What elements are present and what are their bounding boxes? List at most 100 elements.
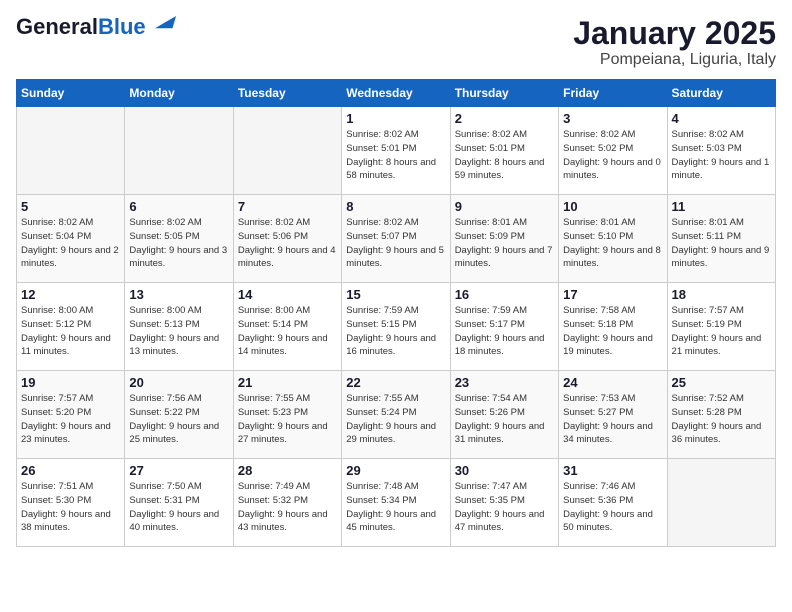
calendar-cell: 10 Sunrise: 8:01 AM Sunset: 5:10 PM Dayli…: [559, 195, 667, 283]
day-info: Sunrise: 7:59 AM Sunset: 5:15 PM Dayligh…: [346, 304, 445, 359]
month-title: January 2025: [573, 16, 776, 51]
calendar-cell: 14 Sunrise: 8:00 AM Sunset: 5:14 PM Dayli…: [233, 283, 341, 371]
weekday-header: Friday: [559, 80, 667, 107]
day-info: Sunrise: 8:01 AM Sunset: 5:10 PM Dayligh…: [563, 216, 662, 271]
day-number: 18: [672, 287, 771, 302]
day-info: Sunrise: 7:57 AM Sunset: 5:20 PM Dayligh…: [21, 392, 120, 447]
calendar-cell: 11 Sunrise: 8:01 AM Sunset: 5:11 PM Dayli…: [667, 195, 775, 283]
day-number: 23: [455, 375, 554, 390]
calendar-cell: 16 Sunrise: 7:59 AM Sunset: 5:17 PM Dayli…: [450, 283, 558, 371]
calendar-cell: 31 Sunrise: 7:46 AM Sunset: 5:36 PM Dayli…: [559, 459, 667, 547]
day-number: 10: [563, 199, 662, 214]
calendar-cell: 21 Sunrise: 7:55 AM Sunset: 5:23 PM Dayli…: [233, 371, 341, 459]
day-info: Sunrise: 7:47 AM Sunset: 5:35 PM Dayligh…: [455, 480, 554, 535]
calendar-cell: 1 Sunrise: 8:02 AM Sunset: 5:01 PM Daylig…: [342, 107, 450, 195]
day-number: 5: [21, 199, 120, 214]
calendar-week-row: 1 Sunrise: 8:02 AM Sunset: 5:01 PM Daylig…: [17, 107, 776, 195]
calendar-cell: 17 Sunrise: 7:58 AM Sunset: 5:18 PM Dayli…: [559, 283, 667, 371]
day-info: Sunrise: 7:57 AM Sunset: 5:19 PM Dayligh…: [672, 304, 771, 359]
day-info: Sunrise: 7:55 AM Sunset: 5:24 PM Dayligh…: [346, 392, 445, 447]
day-info: Sunrise: 8:00 AM Sunset: 5:14 PM Dayligh…: [238, 304, 337, 359]
day-info: Sunrise: 8:02 AM Sunset: 5:05 PM Dayligh…: [129, 216, 228, 271]
day-info: Sunrise: 7:49 AM Sunset: 5:32 PM Dayligh…: [238, 480, 337, 535]
day-info: Sunrise: 8:02 AM Sunset: 5:01 PM Dayligh…: [346, 128, 445, 183]
day-info: Sunrise: 7:55 AM Sunset: 5:23 PM Dayligh…: [238, 392, 337, 447]
calendar-cell: [17, 107, 125, 195]
calendar-cell: 29 Sunrise: 7:48 AM Sunset: 5:34 PM Dayli…: [342, 459, 450, 547]
calendar-week-row: 5 Sunrise: 8:02 AM Sunset: 5:04 PM Daylig…: [17, 195, 776, 283]
day-info: Sunrise: 7:58 AM Sunset: 5:18 PM Dayligh…: [563, 304, 662, 359]
calendar-cell: 9 Sunrise: 8:01 AM Sunset: 5:09 PM Daylig…: [450, 195, 558, 283]
day-number: 26: [21, 463, 120, 478]
day-number: 25: [672, 375, 771, 390]
weekday-header: Saturday: [667, 80, 775, 107]
day-number: 21: [238, 375, 337, 390]
day-number: 16: [455, 287, 554, 302]
day-info: Sunrise: 8:01 AM Sunset: 5:09 PM Dayligh…: [455, 216, 554, 271]
calendar-table: SundayMondayTuesdayWednesdayThursdayFrid…: [16, 79, 776, 547]
day-number: 30: [455, 463, 554, 478]
day-number: 29: [346, 463, 445, 478]
weekday-header-row: SundayMondayTuesdayWednesdayThursdayFrid…: [17, 80, 776, 107]
day-number: 1: [346, 111, 445, 126]
calendar-cell: 2 Sunrise: 8:02 AM Sunset: 5:01 PM Daylig…: [450, 107, 558, 195]
day-info: Sunrise: 7:51 AM Sunset: 5:30 PM Dayligh…: [21, 480, 120, 535]
day-number: 27: [129, 463, 228, 478]
day-info: Sunrise: 7:56 AM Sunset: 5:22 PM Dayligh…: [129, 392, 228, 447]
day-number: 7: [238, 199, 337, 214]
title-block: January 2025 Pompeiana, Liguria, Italy: [573, 16, 776, 69]
calendar-cell: 18 Sunrise: 7:57 AM Sunset: 5:19 PM Dayli…: [667, 283, 775, 371]
day-number: 3: [563, 111, 662, 126]
location: Pompeiana, Liguria, Italy: [573, 51, 776, 69]
day-number: 9: [455, 199, 554, 214]
calendar-week-row: 12Sunrise: 8:00 AM Sunset: 5:12 PM Dayli…: [17, 283, 776, 371]
day-info: Sunrise: 7:48 AM Sunset: 5:34 PM Dayligh…: [346, 480, 445, 535]
day-number: 6: [129, 199, 228, 214]
calendar-cell: 19Sunrise: 7:57 AM Sunset: 5:20 PM Dayli…: [17, 371, 125, 459]
calendar-cell: 5 Sunrise: 8:02 AM Sunset: 5:04 PM Daylig…: [17, 195, 125, 283]
calendar-cell: 27Sunrise: 7:50 AM Sunset: 5:31 PM Dayli…: [125, 459, 233, 547]
calendar-cell: [125, 107, 233, 195]
day-number: 8: [346, 199, 445, 214]
calendar-cell: 26 Sunrise: 7:51 AM Sunset: 5:30 PM Dayli…: [17, 459, 125, 547]
weekday-header: Wednesday: [342, 80, 450, 107]
weekday-header: Tuesday: [233, 80, 341, 107]
calendar-week-row: 26 Sunrise: 7:51 AM Sunset: 5:30 PM Dayli…: [17, 459, 776, 547]
day-info: Sunrise: 8:02 AM Sunset: 5:01 PM Dayligh…: [455, 128, 554, 183]
day-number: 15: [346, 287, 445, 302]
day-info: Sunrise: 8:00 AM Sunset: 5:13 PM Dayligh…: [129, 304, 228, 359]
logo-icon: [148, 16, 176, 30]
day-info: Sunrise: 8:01 AM Sunset: 5:11 PM Dayligh…: [672, 216, 771, 271]
calendar-cell: [233, 107, 341, 195]
calendar-cell: 24Sunrise: 7:53 AM Sunset: 5:27 PM Dayli…: [559, 371, 667, 459]
day-number: 24: [563, 375, 662, 390]
day-info: Sunrise: 8:02 AM Sunset: 5:03 PM Dayligh…: [672, 128, 771, 183]
logo-text: GeneralBlue: [16, 16, 146, 38]
day-number: 31: [563, 463, 662, 478]
day-number: 14: [238, 287, 337, 302]
page-header: GeneralBlue January 2025 Pompeiana, Ligu…: [16, 16, 776, 69]
calendar-cell: 22 Sunrise: 7:55 AM Sunset: 5:24 PM Dayli…: [342, 371, 450, 459]
calendar-cell: [667, 459, 775, 547]
calendar-cell: 6 Sunrise: 8:02 AM Sunset: 5:05 PM Daylig…: [125, 195, 233, 283]
day-info: Sunrise: 8:02 AM Sunset: 5:02 PM Dayligh…: [563, 128, 662, 183]
day-number: 20: [129, 375, 228, 390]
logo: GeneralBlue: [16, 16, 176, 38]
day-number: 11: [672, 199, 771, 214]
day-number: 22: [346, 375, 445, 390]
calendar-cell: 3 Sunrise: 8:02 AM Sunset: 5:02 PM Daylig…: [559, 107, 667, 195]
day-number: 17: [563, 287, 662, 302]
calendar-cell: 7 Sunrise: 8:02 AM Sunset: 5:06 PM Daylig…: [233, 195, 341, 283]
calendar-cell: 13Sunrise: 8:00 AM Sunset: 5:13 PM Dayli…: [125, 283, 233, 371]
day-number: 4: [672, 111, 771, 126]
day-info: Sunrise: 8:02 AM Sunset: 5:06 PM Dayligh…: [238, 216, 337, 271]
calendar-cell: 4 Sunrise: 8:02 AM Sunset: 5:03 PM Daylig…: [667, 107, 775, 195]
day-number: 2: [455, 111, 554, 126]
day-info: Sunrise: 8:02 AM Sunset: 5:04 PM Dayligh…: [21, 216, 120, 271]
calendar-cell: 15 Sunrise: 7:59 AM Sunset: 5:15 PM Dayli…: [342, 283, 450, 371]
day-info: Sunrise: 7:46 AM Sunset: 5:36 PM Dayligh…: [563, 480, 662, 535]
day-info: Sunrise: 7:59 AM Sunset: 5:17 PM Dayligh…: [455, 304, 554, 359]
day-info: Sunrise: 7:52 AM Sunset: 5:28 PM Dayligh…: [672, 392, 771, 447]
calendar-week-row: 19Sunrise: 7:57 AM Sunset: 5:20 PM Dayli…: [17, 371, 776, 459]
weekday-header: Thursday: [450, 80, 558, 107]
